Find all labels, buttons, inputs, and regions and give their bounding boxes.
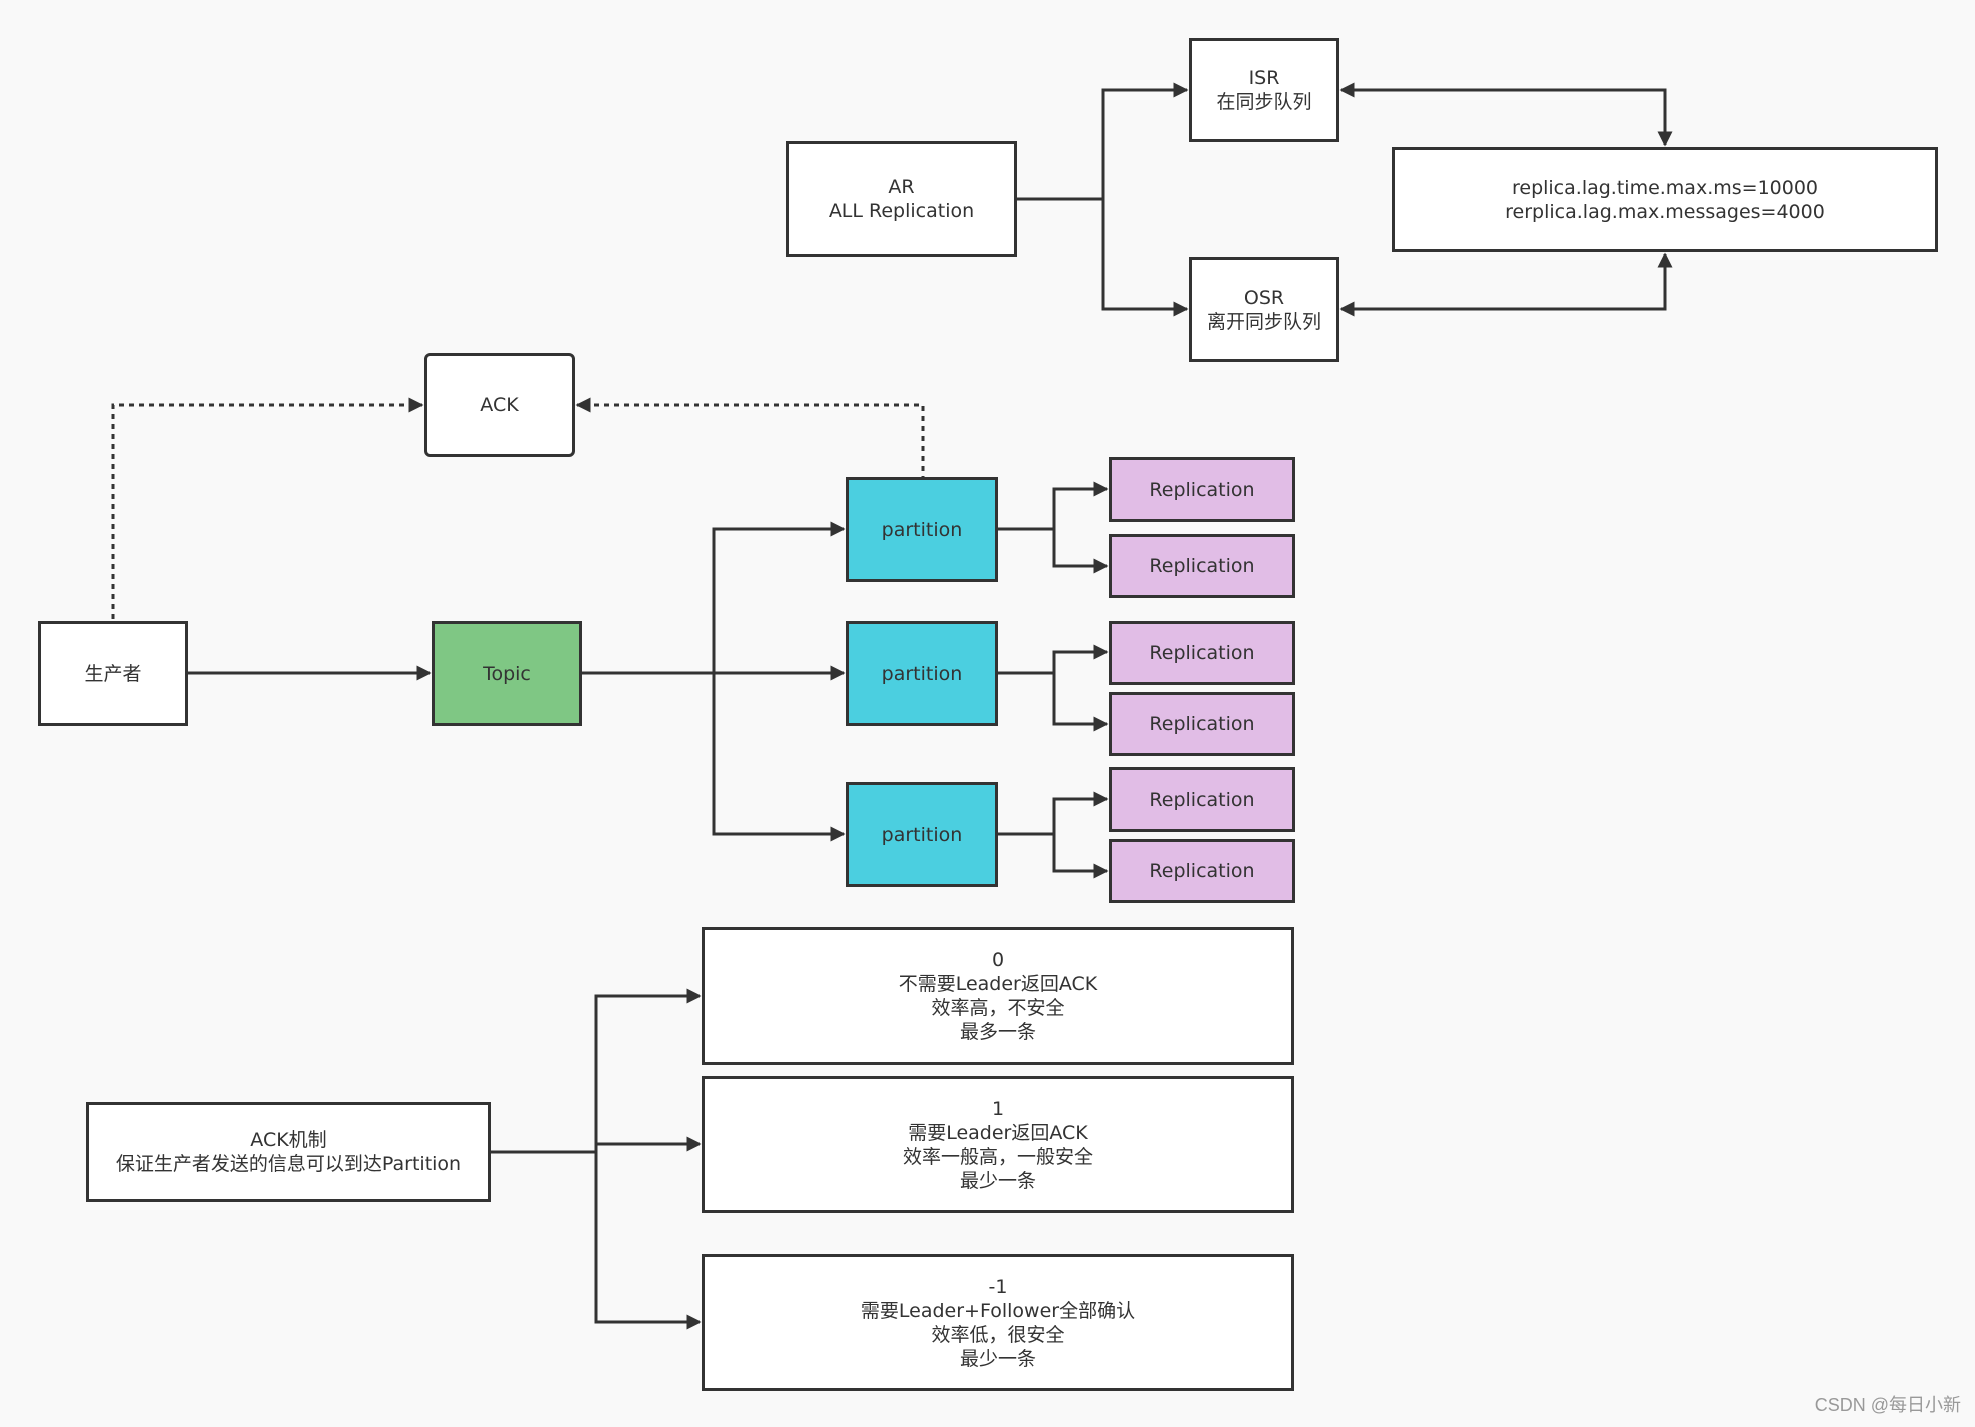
ack-option-tradeoff: 效率高，不安全 bbox=[931, 997, 1065, 1019]
config-lag-messages: rerplica.lag.max.messages=4000 bbox=[1505, 200, 1825, 223]
partition-node-2[interactable]: partition bbox=[846, 621, 998, 726]
ack-option-tradeoff: 效率低，很安全 bbox=[931, 1323, 1065, 1346]
replication-label: Replication bbox=[1149, 860, 1255, 882]
config-lag-time: replica.lag.time.max.ms=10000 bbox=[1511, 176, 1819, 199]
replication-label: Replication bbox=[1149, 788, 1255, 811]
replication-label: Replication bbox=[1149, 642, 1255, 664]
osr-title: OSR bbox=[1243, 286, 1285, 309]
ack-node[interactable]: ACK bbox=[424, 353, 575, 457]
ack-option-minus1-node[interactable]: -1 需要Leader+Follower全部确认 效率低，很安全 最少一条 bbox=[702, 1254, 1294, 1391]
replication-node[interactable]: Replication bbox=[1109, 839, 1295, 903]
ack-mechanism-title: ACK机制 bbox=[250, 1129, 327, 1151]
replication-node[interactable]: Replication bbox=[1109, 457, 1295, 522]
connector-ackmech-opt-3 bbox=[594, 1152, 702, 1330]
connector-partition-1-rep-b bbox=[1052, 529, 1109, 574]
connector-partition-ack-dashed bbox=[575, 397, 925, 481]
ack-mechanism-desc: 保证生产者发送的信息可以到达Partition bbox=[115, 1153, 462, 1175]
ack-option-value: 1 bbox=[991, 1097, 1005, 1120]
partition-node-1[interactable]: partition bbox=[846, 477, 998, 582]
ack-option-delivery: 最多一条 bbox=[959, 1021, 1036, 1043]
replication-label: Replication bbox=[1149, 555, 1255, 577]
connector-ackmech-opt-1 bbox=[491, 988, 702, 1154]
ar-title: AR bbox=[888, 176, 915, 198]
ack-option-requirement: 需要Leader+Follower全部确认 bbox=[860, 1299, 1136, 1322]
replication-node[interactable]: Replication bbox=[1109, 692, 1295, 756]
ack-mechanism-node[interactable]: ACK机制 保证生产者发送的信息可以到达Partition bbox=[86, 1102, 491, 1202]
ack-option-delivery: 最少一条 bbox=[959, 1347, 1036, 1370]
ack-option-0-node[interactable]: 0 不需要Leader返回ACK 效率高，不安全 最多一条 bbox=[702, 927, 1294, 1065]
ack-option-tradeoff: 效率一般高，一般安全 bbox=[902, 1145, 1093, 1168]
connector-partition-2-rep-b bbox=[1052, 673, 1109, 732]
connector-topic-partition-1 bbox=[712, 521, 846, 673]
topic-label: Topic bbox=[483, 662, 531, 685]
producer-node[interactable]: 生产者 bbox=[38, 621, 188, 726]
osr-node[interactable]: OSR 离开同步队列 bbox=[1189, 257, 1339, 362]
watermark: CSDN @每日小新 bbox=[1814, 1395, 1961, 1415]
isr-subtitle: 在同步队列 bbox=[1216, 91, 1312, 113]
connector-partition-3-rep-a bbox=[998, 791, 1109, 836]
replication-label: Replication bbox=[1149, 713, 1255, 735]
connector-producer-ack-dashed bbox=[111, 397, 424, 619]
connector-ar-isr bbox=[1017, 82, 1189, 201]
isr-node[interactable]: ISR 在同步队列 bbox=[1189, 38, 1339, 142]
replica-config-node[interactable]: replica.lag.time.max.ms=10000 rerplica.l… bbox=[1392, 147, 1938, 252]
ack-option-delivery: 最少一条 bbox=[959, 1169, 1036, 1192]
osr-subtitle: 离开同步队列 bbox=[1206, 310, 1321, 333]
replication-node[interactable]: Replication bbox=[1109, 621, 1295, 685]
ack-option-value: 0 bbox=[991, 949, 1005, 971]
ack-option-1-node[interactable]: 1 需要Leader返回ACK 效率一般高，一般安全 最少一条 bbox=[702, 1076, 1294, 1213]
replication-label: Replication bbox=[1149, 478, 1255, 501]
connector-config-isr bbox=[1339, 82, 1673, 147]
connector-ar-osr bbox=[1101, 199, 1189, 317]
producer-label: 生产者 bbox=[84, 662, 142, 685]
isr-title: ISR bbox=[1248, 67, 1280, 89]
connector-config-osr bbox=[1339, 252, 1673, 317]
connector-partition-1-rep-a bbox=[998, 481, 1109, 531]
topic-node[interactable]: Topic bbox=[432, 621, 582, 726]
ack-label: ACK bbox=[480, 394, 519, 416]
ar-subtitle: ALL Replication bbox=[828, 200, 975, 222]
partition-label: partition bbox=[881, 518, 963, 541]
replication-node[interactable]: Replication bbox=[1109, 767, 1295, 832]
ack-option-requirement: 需要Leader返回ACK bbox=[908, 1121, 1088, 1144]
connector-topic-partition-3 bbox=[712, 673, 846, 842]
ar-node[interactable]: AR ALL Replication bbox=[786, 141, 1017, 257]
ack-option-value: -1 bbox=[988, 1275, 1008, 1298]
connector-partition-2-rep-a bbox=[998, 644, 1109, 675]
partition-node-3[interactable]: partition bbox=[846, 782, 998, 887]
partition-label: partition bbox=[881, 823, 963, 846]
connector-partition-3-rep-b bbox=[1052, 834, 1109, 879]
partition-label: partition bbox=[881, 662, 963, 685]
replication-node[interactable]: Replication bbox=[1109, 534, 1295, 598]
ack-option-requirement: 不需要Leader返回ACK bbox=[898, 973, 1098, 995]
